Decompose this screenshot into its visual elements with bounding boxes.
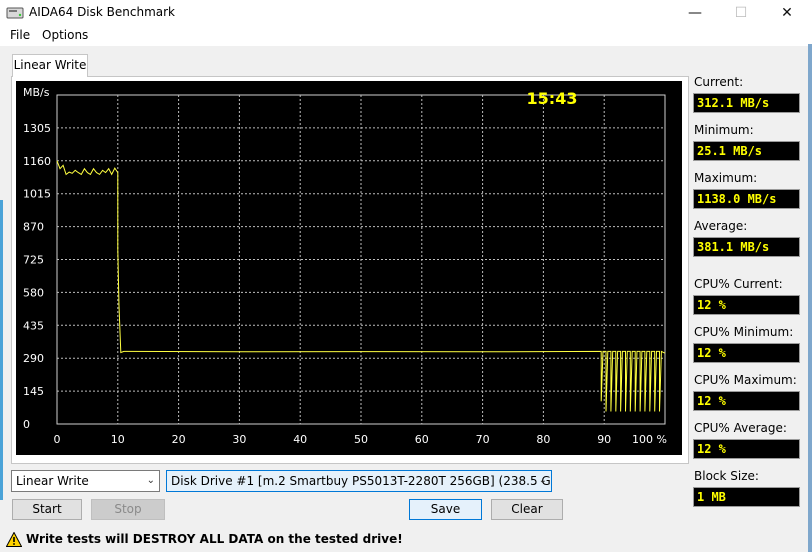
y-tick-label: 725 [23, 254, 44, 267]
average-value: 381.1 MB/s [693, 237, 800, 257]
tab-linear-write[interactable]: Linear Write [12, 54, 88, 77]
y-tick-label: 1160 [23, 155, 51, 168]
x-tick-label: 0 [54, 433, 61, 446]
y-tick-label: 0 [23, 418, 30, 431]
y-tick-label: 1305 [23, 122, 51, 135]
y-tick-label: 435 [23, 319, 44, 332]
warning-text: Write tests will DESTROY ALL DATA on the… [26, 532, 403, 546]
warning-bar: Write tests will DESTROY ALL DATA on the… [0, 528, 812, 552]
stop-button[interactable]: Stop [91, 499, 165, 520]
background-edge [0, 200, 3, 500]
benchmark-window: AIDA64 Disk Benchmark — ☐ ✕ File Options… [0, 0, 812, 552]
minimum-label: Minimum: [694, 123, 754, 137]
y-tick-label: 290 [23, 352, 44, 365]
x-tick-label: 10 [111, 433, 125, 446]
test-mode-select[interactable]: Linear Write ⌄ [11, 470, 160, 492]
y-tick-label: 145 [23, 385, 44, 398]
y-tick-label: 580 [23, 286, 44, 299]
chevron-down-icon: ⌄ [538, 475, 547, 486]
cpu-current-value: 12 % [693, 295, 800, 315]
minimize-button[interactable]: — [672, 0, 718, 26]
x-tick-label: 100 % [632, 433, 667, 446]
cpu-maximum-label: CPU% Maximum: [694, 373, 797, 387]
x-tick-label: 20 [172, 433, 186, 446]
elapsed-time: 15:43 [527, 89, 578, 108]
x-tick-label: 60 [415, 433, 429, 446]
save-button[interactable]: Save [409, 499, 482, 520]
cpu-current-label: CPU% Current: [694, 277, 783, 291]
maximum-value: 1138.0 MB/s [693, 189, 800, 209]
y-tick-label: 1015 [23, 188, 51, 201]
cpu-minimum-value: 12 % [693, 343, 800, 363]
x-tick-label: 80 [536, 433, 550, 446]
disk-icon [6, 7, 24, 19]
cpu-minimum-label: CPU% Minimum: [694, 325, 794, 339]
chevron-down-icon: ⌄ [146, 475, 155, 486]
warning-icon [6, 532, 22, 547]
maximum-label: Maximum: [694, 171, 758, 185]
x-tick-label: 50 [354, 433, 368, 446]
menu-bar: File Options [0, 26, 812, 46]
x-tick-label: 30 [232, 433, 246, 446]
current-value: 312.1 MB/s [693, 93, 800, 113]
cpu-maximum-value: 12 % [693, 391, 800, 411]
block-size-label: Block Size: [694, 469, 759, 483]
x-tick-label: 90 [597, 433, 611, 446]
speed-series-line [56, 160, 666, 412]
close-button[interactable]: ✕ [764, 0, 810, 26]
window-edge [808, 44, 812, 552]
x-tick-label: 70 [476, 433, 490, 446]
average-label: Average: [694, 219, 748, 233]
test-mode-value: Linear Write [16, 474, 89, 488]
drive-select[interactable]: Disk Drive #1 [m.2 Smartbuy PS5013T-2280… [166, 470, 552, 492]
drive-value: Disk Drive #1 [m.2 Smartbuy PS5013T-2280… [171, 474, 552, 488]
clear-button[interactable]: Clear [491, 499, 563, 520]
title-bar: AIDA64 Disk Benchmark — ☐ ✕ [0, 0, 812, 26]
x-tick-label: 40 [293, 433, 307, 446]
y-axis-label: MB/s [23, 86, 50, 99]
speed-chart: 0 145 290 435 580 725 870 1015 1160 1305 0 10 20 30 40… [16, 81, 682, 455]
menu-options[interactable]: Options [42, 28, 88, 42]
maximize-button[interactable]: ☐ [718, 0, 764, 26]
minimum-value: 25.1 MB/s [693, 141, 800, 161]
cpu-average-value: 12 % [693, 439, 800, 459]
y-tick-label: 870 [23, 221, 44, 234]
menu-file[interactable]: File [10, 28, 30, 42]
current-label: Current: [694, 75, 744, 89]
start-button[interactable]: Start [12, 499, 82, 520]
cpu-average-label: CPU% Average: [694, 421, 787, 435]
block-size-value: 1 MB [693, 487, 800, 507]
window-title: AIDA64 Disk Benchmark [29, 5, 176, 19]
